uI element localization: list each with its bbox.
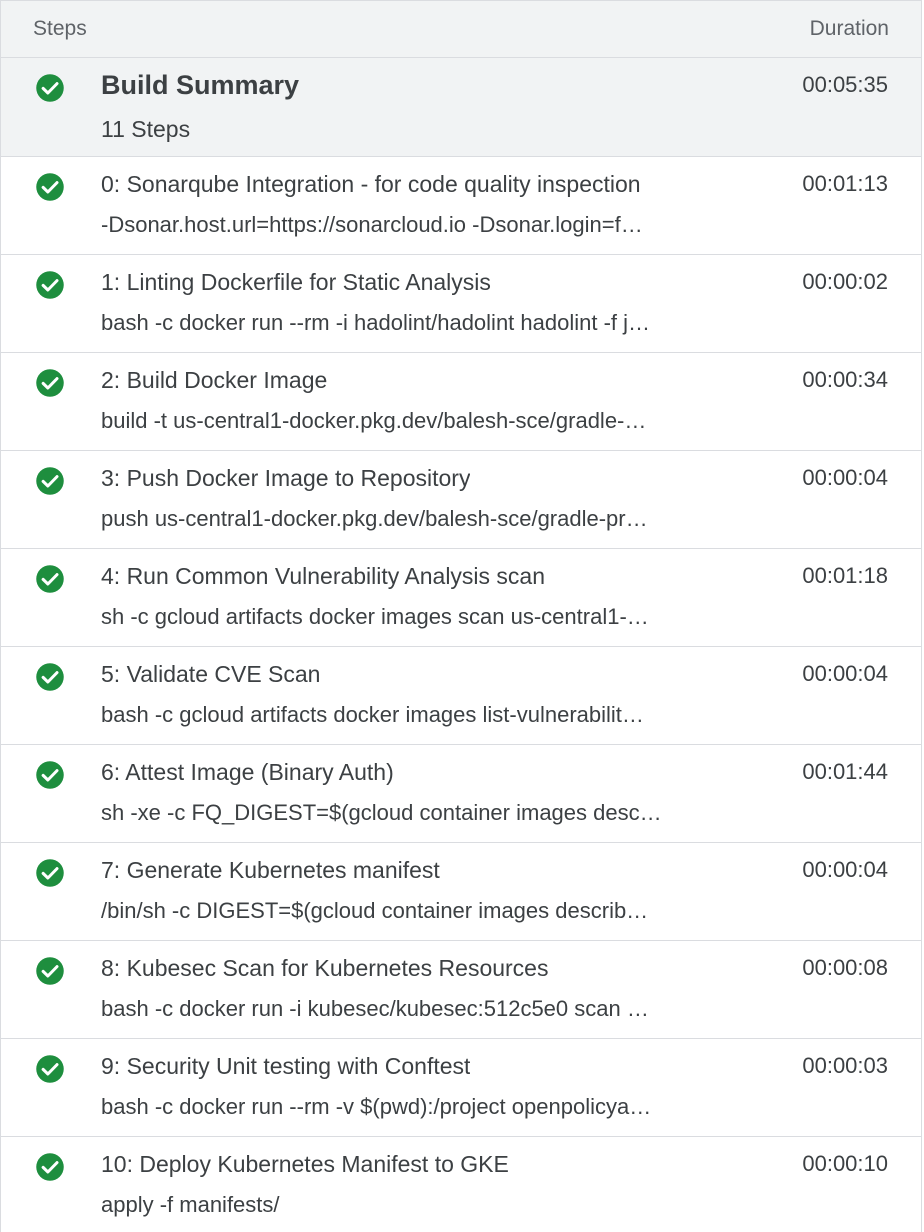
step-title: 7: Generate Kubernetes manifest xyxy=(101,857,440,883)
step-duration: 00:00:04 xyxy=(802,857,888,882)
step-title: 2: Build Docker Image xyxy=(101,367,328,393)
step-command: sh -c gcloud artifacts docker images sca… xyxy=(101,604,649,629)
step-command: bash -c gcloud artifacts docker images l… xyxy=(101,702,644,727)
step-command: -Dsonar.host.url=https://sonarcloud.io -… xyxy=(101,212,643,237)
step-command: bash -c docker run --rm -i hadolint/hado… xyxy=(101,310,651,335)
step-title: 5: Validate CVE Scan xyxy=(101,661,321,687)
step-row[interactable]: 2: Build Docker Image build -t us-central… xyxy=(1,353,921,451)
step-command: /bin/sh -c DIGEST=$(gcloud container ima… xyxy=(101,898,649,923)
step-title: 3: Push Docker Image to Repository xyxy=(101,465,471,491)
step-command: bash -c docker run -i kubesec/kubesec:51… xyxy=(101,996,649,1021)
step-duration: 00:01:18 xyxy=(802,563,888,588)
check-circle-icon xyxy=(36,74,64,102)
step-duration: 00:00:04 xyxy=(802,465,888,490)
check-circle-icon xyxy=(36,859,64,887)
step-row[interactable]: 8: Kubesec Scan for Kubernetes Resources… xyxy=(1,941,921,1039)
step-row[interactable]: 1: Linting Dockerfile for Static Analysi… xyxy=(1,255,921,353)
check-circle-icon xyxy=(36,957,64,985)
step-duration: 00:01:44 xyxy=(802,759,888,784)
step-duration: 00:00:02 xyxy=(802,269,888,294)
check-circle-icon xyxy=(36,1055,64,1083)
check-circle-icon xyxy=(36,565,64,593)
step-row[interactable]: 9: Security Unit testing with Conftest ba… xyxy=(1,1039,921,1137)
check-circle-icon xyxy=(36,663,64,691)
step-row[interactable]: 6: Attest Image (Binary Auth) sh -xe -c F… xyxy=(1,745,921,843)
step-title: 8: Kubesec Scan for Kubernetes Resources xyxy=(101,955,549,981)
step-row[interactable]: 10: Deploy Kubernetes Manifest to GKE app… xyxy=(1,1137,921,1232)
steps-column-header: Steps xyxy=(33,17,87,40)
steps-list: 0: Sonarqube Integration - for code qual… xyxy=(1,157,921,1232)
check-circle-icon xyxy=(36,173,64,201)
step-command: push us-central1-docker.pkg.dev/balesh-s… xyxy=(101,506,648,531)
step-row[interactable]: 3: Push Docker Image to Repository push u… xyxy=(1,451,921,549)
step-duration: 00:00:08 xyxy=(802,955,888,980)
step-duration: 00:01:13 xyxy=(802,171,888,196)
build-summary-duration: 00:05:35 xyxy=(802,72,888,97)
step-duration: 00:00:10 xyxy=(802,1151,888,1176)
build-summary-step-count: 11 Steps xyxy=(101,116,191,142)
check-circle-icon xyxy=(36,467,64,495)
duration-column-header: Duration xyxy=(809,17,889,40)
step-command: build -t us-central1-docker.pkg.dev/bale… xyxy=(101,408,647,433)
step-row[interactable]: 4: Run Common Vulnerability Analysis sca… xyxy=(1,549,921,647)
step-duration: 00:00:04 xyxy=(802,661,888,686)
step-command: sh -xe -c FQ_DIGEST=$(gcloud container i… xyxy=(101,800,662,825)
step-command: bash -c docker run --rm -v $(pwd):/proje… xyxy=(101,1094,652,1119)
steps-table-header: Steps Duration xyxy=(1,0,921,58)
step-row[interactable]: 7: Generate Kubernetes manifest/bin/sh -… xyxy=(1,843,921,941)
step-duration: 00:00:34 xyxy=(802,367,888,392)
build-steps-panel: Steps Duration Build Summary 11 Steps 00… xyxy=(0,0,922,1232)
check-circle-icon xyxy=(36,369,64,397)
check-circle-icon xyxy=(36,271,64,299)
step-title: 0: Sonarqube Integration - for code qual… xyxy=(101,171,641,197)
step-duration: 00:00:03 xyxy=(802,1053,888,1078)
check-circle-icon xyxy=(36,1153,64,1181)
step-title: 6: Attest Image (Binary Auth) xyxy=(101,759,394,785)
check-circle-icon xyxy=(36,761,64,789)
build-summary-title: Build Summary xyxy=(101,70,300,100)
step-title: 9: Security Unit testing with Conftest xyxy=(101,1053,471,1079)
build-summary-row[interactable]: Build Summary 11 Steps 00:05:35 xyxy=(1,58,921,157)
step-command: apply -f manifests/ xyxy=(101,1192,280,1217)
step-title: 10: Deploy Kubernetes Manifest to GKE xyxy=(101,1151,509,1177)
step-row[interactable]: 5: Validate CVE Scan bash -c gcloud artif… xyxy=(1,647,921,745)
step-title: 1: Linting Dockerfile for Static Analysi… xyxy=(101,269,491,295)
step-row[interactable]: 0: Sonarqube Integration - for code qual… xyxy=(1,157,921,255)
step-title: 4: Run Common Vulnerability Analysis sca… xyxy=(101,563,546,589)
